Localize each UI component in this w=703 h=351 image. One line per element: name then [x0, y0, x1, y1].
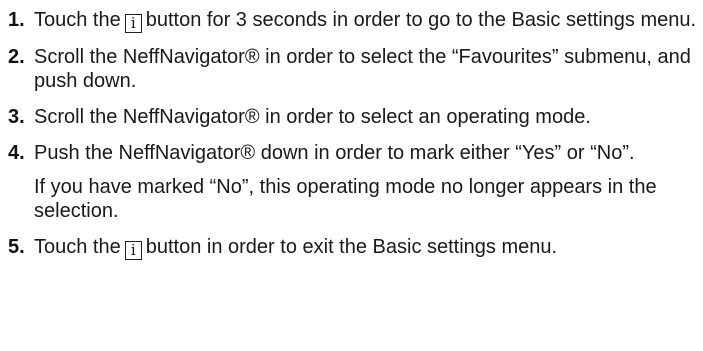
step-text-before: Touch the: [34, 236, 121, 258]
step-text: Scroll the NeffNavigator® in order to se…: [34, 46, 691, 92]
step-number: 2.: [8, 46, 25, 68]
step-text-after: button for 3 seconds in order to go to t…: [145, 9, 697, 31]
step-1: 1. Touch the i button for 3 seconds in ord…: [8, 8, 703, 33]
step-number: 5.: [8, 236, 25, 258]
info-key-icon: i: [124, 241, 142, 260]
step-text-after: button in order to exit the Basic settin…: [145, 236, 558, 258]
step-text-before: Touch the: [34, 9, 121, 31]
step-3: 3. Scroll the NeffNavigator® in order to…: [8, 105, 703, 129]
step-5: 5. Touch the i button in order to exit the…: [8, 235, 703, 260]
instruction-list: 1. Touch the i button for 3 seconds in ord…: [0, 0, 703, 351]
step-text: Touch the i button in order to exit the Ba…: [34, 235, 703, 260]
step-text: Touch the i button for 3 seconds in order …: [34, 8, 703, 33]
step-4-note: If you have marked “No”, this operating …: [34, 176, 657, 222]
step-text: Push the NeffNavigator® down in order to…: [34, 142, 635, 164]
step-number: 1.: [8, 9, 25, 31]
step-2: 2. Scroll the NeffNavigator® in order to…: [8, 45, 703, 93]
step-text: Scroll the NeffNavigator® in order to se…: [34, 106, 591, 128]
step-number: 3.: [8, 106, 25, 128]
step-number: 4.: [8, 142, 25, 164]
info-key-icon: i: [124, 14, 142, 33]
step-4: 4. Push the NeffNavigator® down in order…: [8, 141, 703, 165]
